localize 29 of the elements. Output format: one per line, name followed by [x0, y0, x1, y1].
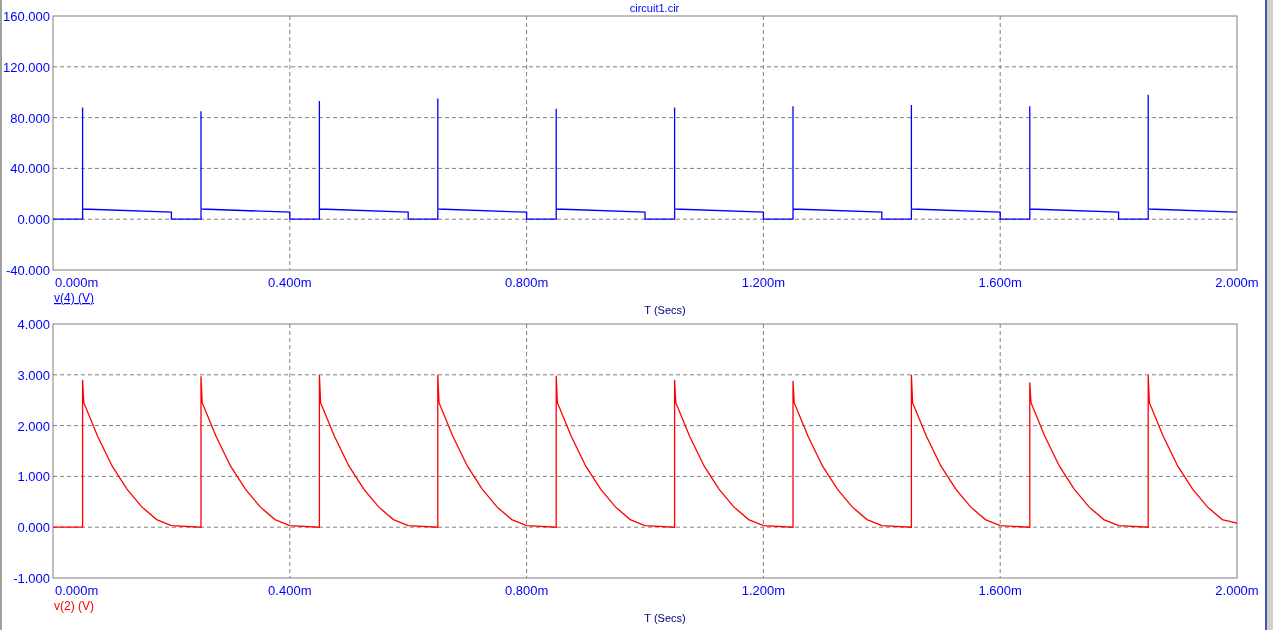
axis-tick-label: 0.400m: [268, 583, 312, 598]
axis-tick-label: 80.000: [10, 110, 50, 126]
axis-tick-label: 1.600m: [978, 275, 1022, 290]
window-title: circuit1.cir: [628, 2, 680, 15]
axis-tick-label: 1.200m: [741, 275, 786, 290]
axis-tick-label: 0.800m: [504, 583, 549, 598]
axis-label: T (Secs): [644, 612, 686, 624]
axis-tick-label: 0.800m: [504, 275, 549, 290]
axis-tick-label: 40.000: [10, 161, 50, 177]
axis-tick-label: 0.000m: [55, 583, 99, 598]
axis-tick-label: 160.000: [3, 9, 50, 24]
axis-tick-label: 2.000m: [1215, 583, 1259, 598]
axis-tick-label: 2.000: [17, 418, 50, 434]
axis-tick-label: 0.000: [17, 520, 50, 536]
axis-tick-label: 120.000: [3, 59, 50, 75]
axis-tick-label: 0.400m: [268, 275, 312, 290]
axis-tick-label: -40.000: [5, 263, 50, 278]
axis-tick-label: 1.200m: [741, 583, 786, 598]
axis-tick-label: 3.000: [17, 367, 50, 383]
axis-tick-label: 1.600m: [978, 583, 1022, 598]
axis-tick-label: 0.000: [17, 212, 50, 228]
axis-tick-label: 0.000m: [55, 275, 99, 290]
axis-label: T (Secs): [644, 304, 686, 316]
axis-tick-label: -1.000: [13, 571, 50, 586]
axis-tick-label: 1.000: [17, 469, 50, 485]
legend-label[interactable]: v(2) (V): [54, 599, 94, 613]
axis-tick-label: 4.000: [17, 317, 50, 332]
axis-tick-label: 2.000m: [1215, 275, 1259, 290]
legend-label[interactable]: v(4) (V): [54, 291, 94, 305]
